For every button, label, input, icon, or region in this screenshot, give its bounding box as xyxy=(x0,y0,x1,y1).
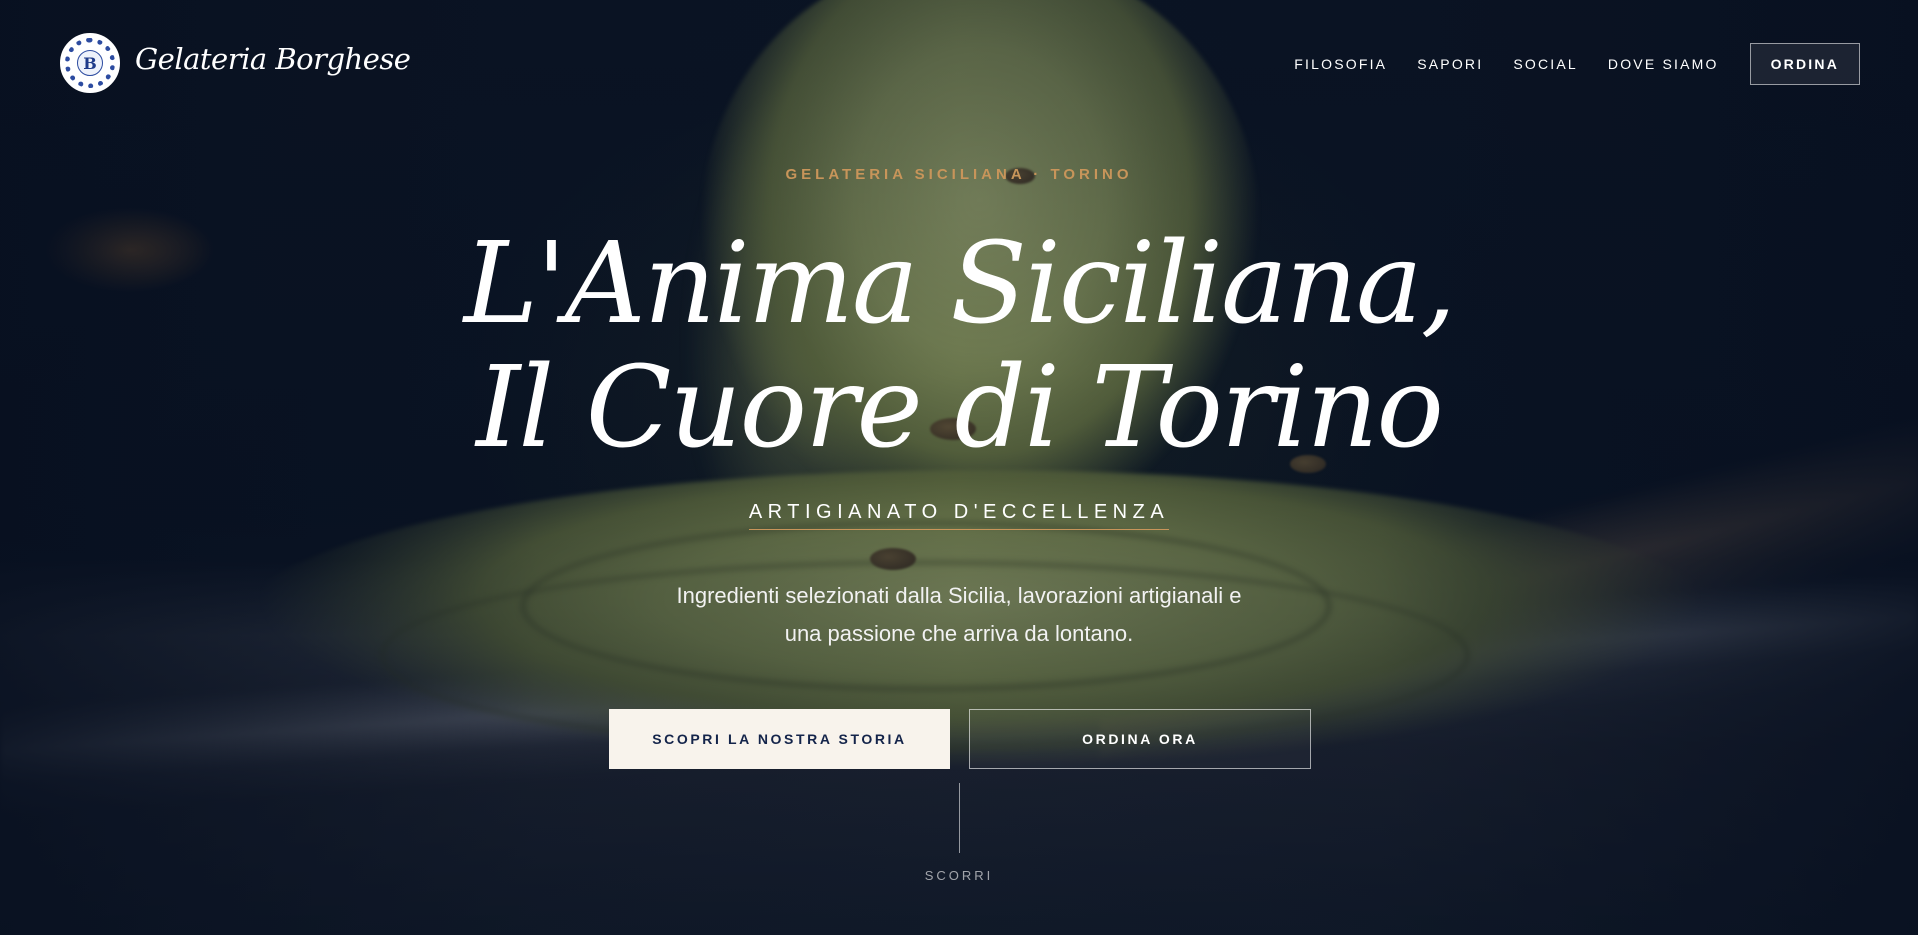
scroll-indicator-line xyxy=(959,783,960,853)
hero-tagline: ARTIGIANATO D'ECCELLENZA xyxy=(748,501,1170,530)
description-line-2: una passione che arriva da lontano. xyxy=(784,621,1134,646)
nav-link-filosofia[interactable]: FILOSOFIA xyxy=(1294,56,1387,72)
main-nav: FILOSOFIA SAPORI SOCIAL DOVE SIAMO ORDIN… xyxy=(1264,43,1860,85)
order-button[interactable]: ORDINA xyxy=(1749,43,1860,85)
description-line-1: Ingredienti selezionati dalla Sicilia, l… xyxy=(676,583,1242,608)
tagline-container: ARTIGIANATO D'ECCELLENZA xyxy=(0,501,1918,530)
majolica-tile-logo-icon[interactable]: B xyxy=(60,33,120,93)
nav-link-sapori[interactable]: SAPORI xyxy=(1417,56,1483,72)
headline-line-2: Il Cuore di Torino xyxy=(476,343,1444,473)
headline-line-1: L'Anima Siciliana, xyxy=(463,219,1457,349)
order-now-button[interactable]: ORDINA ORA xyxy=(969,709,1311,769)
hero-headline: L'Anima Siciliana, Il Cuore di Torino xyxy=(0,222,1918,470)
hero-description: Ingredienti selezionati dalla Sicilia, l… xyxy=(0,577,1918,653)
nav-link-social[interactable]: SOCIAL xyxy=(1513,56,1578,72)
site-header: B Gelateria Borghese FILOSOFIA SAPORI SO… xyxy=(0,0,1918,126)
brand-name[interactable]: Gelateria Borghese xyxy=(135,42,411,76)
discover-story-button[interactable]: SCOPRI LA NOSTRA STORIA xyxy=(609,709,950,769)
scroll-label[interactable]: SCORRI xyxy=(0,868,1918,883)
logo-letter: B xyxy=(77,50,103,76)
nav-link-dove-siamo[interactable]: DOVE SIAMO xyxy=(1608,56,1719,72)
hero-eyebrow: GELATERIA SICILIANA · TORINO xyxy=(785,166,1133,183)
